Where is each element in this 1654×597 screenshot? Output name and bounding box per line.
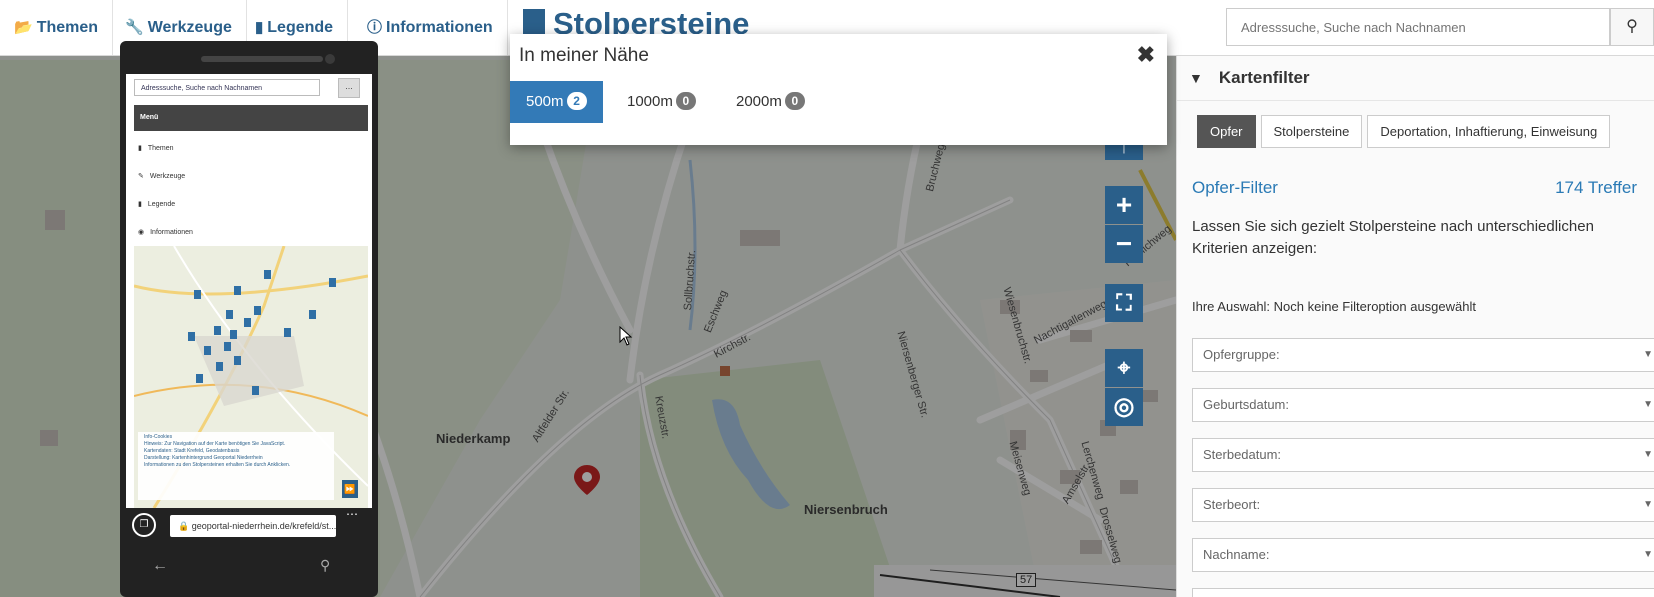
crosshair-icon: ◎ (1113, 393, 1135, 420)
phone-info-line: Hinweis: Zur Navigation auf der Karte be… (144, 441, 286, 447)
current-selection: Ihre Auswahl: Noch keine Filteroption au… (1192, 299, 1476, 314)
select-label: Geburtsdatum: (1203, 397, 1289, 412)
tab-opfer[interactable]: Opfer (1197, 115, 1256, 148)
phone-screen: Adresssuche, Suche nach Nachnamen … Menü… (126, 74, 372, 508)
nav-item-label: Werkzeuge (147, 19, 232, 36)
wrench-icon: ✎ (138, 173, 144, 180)
phone-camera (325, 54, 335, 64)
phone-info-line: Kartendaten: Stadt Krefeld, Geodatenbasi… (144, 448, 240, 454)
close-icon[interactable]: ✖ (1137, 42, 1155, 68)
tab-label: 500m (526, 93, 564, 110)
nav-item-label: Themen (36, 19, 99, 36)
count-badge: 2 (566, 92, 587, 110)
fast-forward-icon[interactable]: ⏩ (342, 480, 358, 498)
address-search-input[interactable] (1226, 8, 1610, 46)
phone-menu-item[interactable]: ▮ Legende (138, 200, 181, 208)
filter-section-title: Opfer-Filter (1192, 178, 1278, 197)
more-options-icon[interactable]: ⋯ (346, 507, 358, 521)
phone-search-input[interactable]: Adresssuche, Suche nach Nachnamen (134, 79, 320, 96)
phone-info-line: Darstellung: Kartenhintergrund Geoportal… (144, 455, 263, 461)
tab-500m[interactable]: 500m 2 (510, 81, 603, 123)
count-badge: 0 (675, 92, 696, 110)
more-filter-select[interactable] (1192, 588, 1654, 597)
select-label: Opfergruppe: (1203, 347, 1280, 362)
lock-icon: 🔒 (178, 521, 192, 531)
search-button[interactable]: ⚲ (1610, 8, 1654, 46)
fullscreen-button[interactable]: ⛶ (1105, 284, 1143, 322)
phone-menu-item[interactable]: ✎ Werkzeuge (138, 172, 191, 180)
zoom-out-button[interactable]: − (1105, 225, 1143, 263)
caret-down-icon: ▼ (1643, 449, 1653, 460)
mouse-cursor-icon (619, 326, 633, 346)
phone-speaker (201, 56, 323, 62)
caret-down-icon: ▼ (1643, 349, 1653, 360)
tab-label: 1000m (627, 93, 673, 110)
phone-info-line: Informationen zu den Stolpersteinen erha… (144, 462, 291, 468)
search-icon[interactable]: ⚲ (320, 557, 330, 574)
phone-url-text: geoportal-niederrhein.de/krefeld/st... (191, 521, 336, 531)
filter-panel: ▼ Kartenfilter Opfer Stolpersteine Deportat… (1176, 56, 1654, 597)
panel-header: ▼ Kartenfilter (1177, 56, 1654, 101)
tab-label: 2000m (736, 93, 782, 110)
map-marker-icon: ⌖ (1117, 355, 1131, 380)
panel-title: Kartenfilter (1218, 68, 1310, 87)
dialog-title: In meiner Nähe (519, 45, 649, 66)
sterbedatum-select[interactable]: Sterbedatum: ▼ (1192, 438, 1654, 472)
caret-down-icon: ▼ (1643, 399, 1653, 410)
select-label: Sterbeort: (1203, 497, 1261, 512)
phone-info-box: Info-Cookies Hinweis: Zur Navigation auf… (138, 432, 334, 500)
select-label: Nachname: (1203, 547, 1270, 562)
expand-icon: ⛶ (1116, 290, 1132, 315)
phone-info-line: Info-Cookies (144, 434, 173, 440)
nav-item-themen[interactable]: 📂 Themen (0, 0, 114, 55)
sterbeort-select[interactable]: Sterbeort: ▼ (1192, 488, 1654, 522)
filter-tabs: Opfer Stolpersteine Deportation, Inhaftier… (1177, 101, 1654, 155)
phone-menu-header[interactable]: Menü (134, 105, 368, 131)
nearby-button[interactable]: ⌖ (1105, 349, 1143, 387)
tab-1000m[interactable]: 1000m 0 (611, 81, 712, 123)
locate-me-button[interactable]: ◎ (1105, 388, 1143, 426)
browser-tabs-icon[interactable]: ❐ (132, 513, 156, 537)
folder-icon: 📂 (14, 19, 33, 36)
caret-down-icon: ▼ (1643, 499, 1653, 510)
search-icon: ⚲ (1626, 18, 1638, 35)
nearby-dialog: In meiner Nähe ✖ 500m 2 1000m 0 2000m 0 (510, 34, 1167, 145)
tab-stolpersteine[interactable]: Stolpersteine (1260, 115, 1363, 148)
caret-down-icon: ▼ (1643, 549, 1653, 560)
phone-preview: Adresssuche, Suche nach Nachnamen … Menü… (120, 41, 378, 597)
filter-icon: ▼ (1189, 70, 1203, 86)
phone-menu-item[interactable]: ▮ Themen (138, 144, 180, 152)
phone-menu-item[interactable]: ◉ Informationen (138, 228, 199, 236)
tab-2000m[interactable]: 2000m 0 (720, 81, 821, 123)
phone-search-button[interactable]: … (338, 78, 360, 98)
folder-icon: ▮ (138, 145, 142, 152)
count-badge: 0 (784, 92, 805, 110)
opfergruppe-select[interactable]: Opfergruppe: ▼ (1192, 338, 1654, 372)
zoom-in-button[interactable]: + (1105, 186, 1143, 224)
minus-icon: − (1115, 228, 1133, 259)
nachname-select[interactable]: Nachname: ▼ (1192, 538, 1654, 572)
book-icon: ▮ (138, 201, 142, 208)
filter-description: Lassen Sie sich gezielt Stolpersteine na… (1192, 218, 1594, 257)
logo-icon (523, 9, 545, 37)
hit-count: 174 Treffer (1555, 178, 1637, 197)
select-label: Sterbedatum: (1203, 447, 1282, 462)
geburtsdatum-select[interactable]: Geburtsdatum: ▼ (1192, 388, 1654, 422)
tab-deportation[interactable]: Deportation, Inhaftierung, Einweisung (1367, 115, 1611, 148)
phone-url-bar[interactable]: 🔒 geoportal-niederrhein.de/krefeld/st...… (170, 515, 336, 537)
nav-item-label: Informationen (386, 19, 493, 36)
plus-icon: + (1115, 189, 1133, 220)
nav-item-label: Legende (267, 19, 334, 36)
info-icon: ◉ (138, 229, 145, 236)
back-arrow-icon[interactable]: ← (152, 557, 168, 575)
